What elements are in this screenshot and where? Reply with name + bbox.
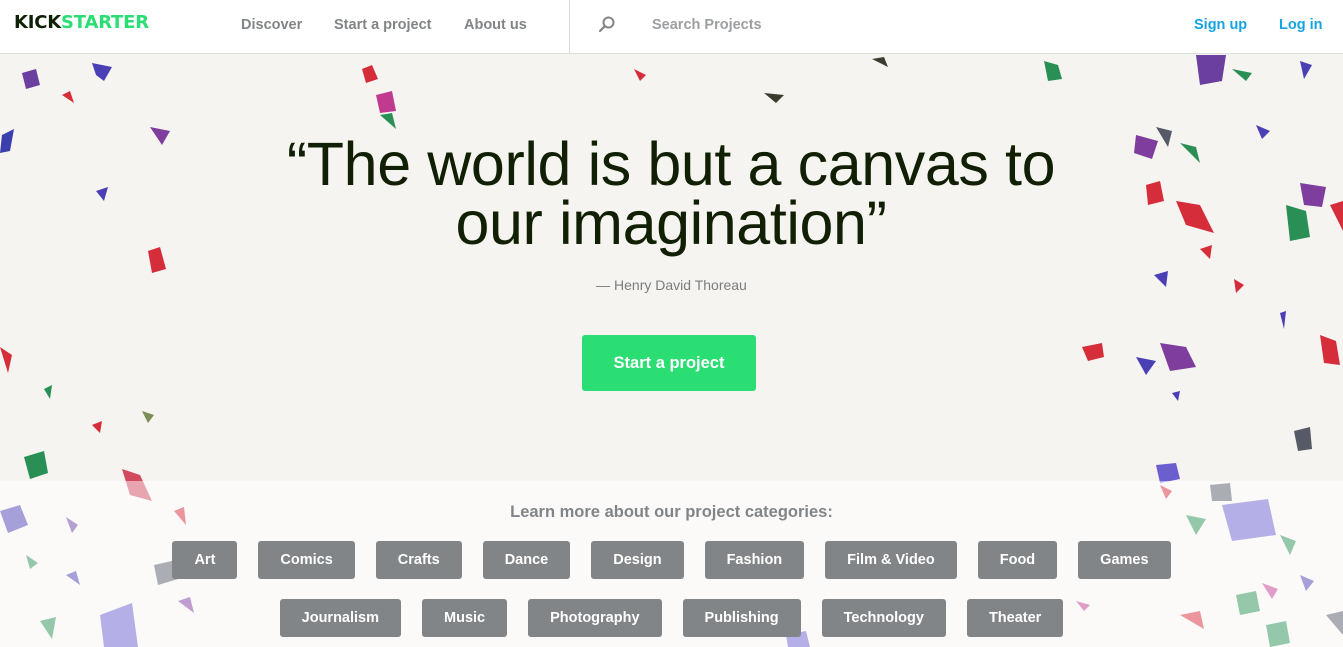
category-button-music[interactable]: Music [422, 599, 508, 637]
hero-quote-line-2: our imagination” [455, 189, 887, 257]
category-button-technology[interactable]: Technology [821, 599, 946, 637]
hero-quote-line-1: “The world is but a canvas to [286, 130, 1056, 198]
hero-section: “The world is but a canvas to our imagin… [0, 55, 1343, 647]
search-icon[interactable] [597, 15, 617, 35]
categories-row-1: Art Comics Crafts Dance Design Fashion F… [0, 541, 1343, 579]
category-button-comics[interactable]: Comics [258, 541, 355, 579]
quote-attribution: — Henry David Thoreau [596, 277, 747, 293]
category-button-art[interactable]: Art [172, 541, 238, 579]
category-button-film-video[interactable]: Film & Video [825, 541, 957, 579]
category-button-theater[interactable]: Theater [966, 599, 1064, 637]
logo-part-starter: STARTER [61, 12, 149, 33]
category-button-publishing[interactable]: Publishing [682, 599, 801, 637]
logo-part-kick: KICK [14, 12, 62, 33]
start-project-cta-button[interactable]: Start a project [582, 335, 756, 391]
category-button-food[interactable]: Food [977, 541, 1058, 579]
log-in-link[interactable]: Log in [1279, 16, 1323, 34]
category-button-fashion[interactable]: Fashion [704, 541, 805, 579]
category-button-dance[interactable]: Dance [482, 541, 571, 579]
kickstarter-logo[interactable]: KICKSTARTER [14, 11, 149, 35]
category-button-design[interactable]: Design [591, 541, 684, 579]
categories-row-2: Journalism Music Photography Publishing … [0, 599, 1343, 637]
category-button-journalism[interactable]: Journalism [279, 599, 402, 637]
category-button-games[interactable]: Games [1078, 541, 1171, 579]
nav-start-project-link[interactable]: Start a project [334, 16, 432, 34]
nav-discover-link[interactable]: Discover [241, 16, 302, 34]
sign-up-link[interactable]: Sign up [1194, 16, 1247, 34]
category-button-crafts[interactable]: Crafts [375, 541, 462, 579]
search-input[interactable] [652, 14, 1032, 36]
category-button-photography[interactable]: Photography [528, 599, 662, 637]
hero-quote: “The world is but a canvas to our imagin… [171, 130, 1171, 257]
top-nav-bar: KICKSTARTER Discover Start a project Abo… [0, 0, 1343, 54]
categories-heading: Learn more about our project categories: [510, 503, 833, 521]
nav-divider [569, 0, 570, 54]
nav-about-us-link[interactable]: About us [464, 16, 527, 34]
